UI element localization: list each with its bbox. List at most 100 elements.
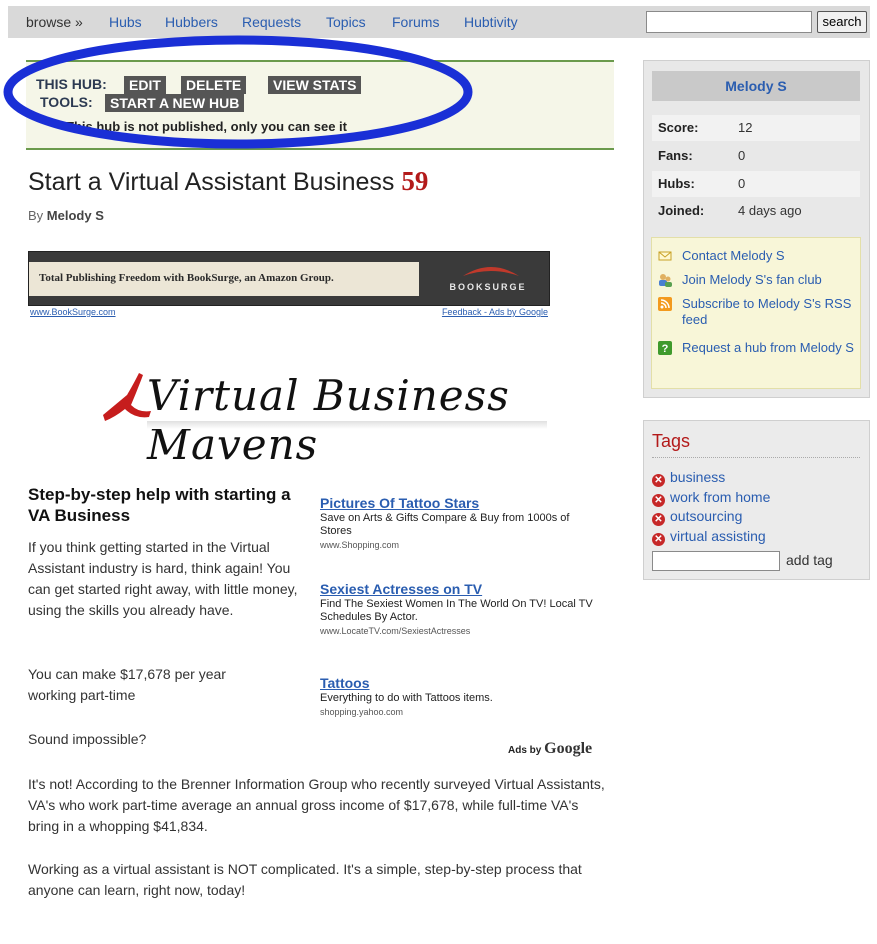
envelope-icon <box>658 251 672 261</box>
rss-subscribe-link[interactable]: Subscribe to Melody S's RSS feed <box>658 296 858 328</box>
search-input[interactable] <box>646 11 812 33</box>
ad-url[interactable]: www.LocateTV.com/SexiestActresses <box>320 626 600 636</box>
nav-link-hubtivity[interactable]: Hubtivity <box>464 14 518 30</box>
ads-by-google[interactable]: Ads by Google <box>508 740 592 758</box>
page-title: Start a Virtual Assistant Business 59 <box>28 166 428 197</box>
stat-label: Score: <box>658 120 699 135</box>
request-hub-label: Request a hub from Melody S <box>682 340 854 355</box>
text-ad: Sexiest Actresses on TV Find The Sexiest… <box>320 581 600 636</box>
booksurge-banner-ad[interactable]: Total Publishing Freedom with BookSurge,… <box>28 251 550 306</box>
this-hub-label: THIS HUB: <box>36 76 107 92</box>
nav-link-requests[interactable]: Requests <box>242 14 301 30</box>
stat-row: Fans: 0 <box>652 143 860 169</box>
add-tag-button[interactable]: add tag <box>786 552 833 568</box>
help-icon: ? <box>658 341 672 355</box>
ad-title-link[interactable]: Sexiest Actresses on TV <box>320 581 600 597</box>
tag-link[interactable]: business <box>670 469 725 485</box>
logo-text: Virtual Business Mavens <box>147 371 510 469</box>
author-profile-box: Melody S Score: 12 Fans: 0 Hubs: 0 Joine… <box>643 60 870 398</box>
ads-feedback-link[interactable]: Feedback - Ads by Google <box>442 307 548 317</box>
google-logo: Google <box>544 740 593 757</box>
rss-icon <box>658 297 672 311</box>
profile-actions: Contact Melody S Join Melody S's fan clu… <box>651 237 861 389</box>
search-button[interactable]: search <box>817 11 867 33</box>
paragraph-5: Working as a virtual assistant is NOT co… <box>28 861 582 898</box>
booksurge-link[interactable]: www.BookSurge.com <box>30 307 116 317</box>
unpublished-notice: This hub is not published, only you can … <box>66 119 347 134</box>
virtual-business-mavens-logo: Virtual Business Mavens <box>95 365 555 469</box>
ad-url[interactable]: shopping.yahoo.com <box>320 707 600 717</box>
byline: By Melody S <box>28 208 104 223</box>
start-new-hub-button[interactable]: START A NEW HUB <box>105 94 245 112</box>
stat-value: 0 <box>738 148 746 163</box>
view-stats-button[interactable]: VIEW STATS <box>268 76 362 94</box>
contact-link[interactable]: Contact Melody S <box>658 248 858 264</box>
hub-score: 59 <box>401 166 429 196</box>
text-ad: Tattoos Everything to do with Tattoos it… <box>320 675 600 717</box>
stat-row: Joined: 4 days ago <box>652 198 860 224</box>
ads-by-label: Ads by <box>508 745 542 756</box>
nav-link-forums[interactable]: Forums <box>392 14 439 30</box>
tag-item: ✕ outsourcing <box>652 508 742 526</box>
paragraph-3: Sound impossible? <box>28 731 147 747</box>
booksurge-wing-icon <box>463 267 519 276</box>
figure-icon <box>103 373 151 421</box>
paragraph-1: If you think getting started in the Virt… <box>28 539 298 618</box>
stat-label: Joined: <box>658 203 705 218</box>
banner-paper: Total Publishing Freedom with BookSurge,… <box>29 262 419 296</box>
stat-label: Fans: <box>658 148 693 163</box>
svg-text:?: ? <box>662 343 669 355</box>
stat-row: Hubs: 0 <box>652 171 860 197</box>
tags-divider <box>652 457 860 458</box>
ad-description: Everything to do with Tattoos items. <box>320 692 493 704</box>
ad-title-link[interactable]: Tattoos <box>320 675 600 691</box>
top-nav-bar: browse » Hubs Hubbers Requests Topics Fo… <box>8 6 870 38</box>
remove-tag-icon[interactable]: ✕ <box>652 474 665 487</box>
stat-value: 4 days ago <box>738 203 802 218</box>
tags-heading: Tags <box>652 431 691 451</box>
tags-box: Tags ✕ business ✕ work from home ✕ outsourc… <box>643 420 870 580</box>
author-link[interactable]: Melody S <box>47 208 104 223</box>
users-icon <box>659 274 672 287</box>
tools-label: TOOLS: <box>40 94 93 110</box>
ad-description: Save on Arts & Gifts Compare & Buy from … <box>320 512 570 537</box>
profile-name[interactable]: Melody S <box>652 71 860 101</box>
by-label: By <box>28 208 44 223</box>
remove-tag-icon[interactable]: ✕ <box>652 533 665 546</box>
edit-button[interactable]: EDIT <box>124 76 166 94</box>
hub-tools-box: THIS HUB: EDIT DELETE VIEW STATS TOOLS: … <box>26 60 614 150</box>
banner-text: Total Publishing Freedom with BookSurge,… <box>39 272 334 284</box>
contact-label: Contact Melody S <box>682 248 785 263</box>
text-ad: Pictures Of Tattoo Stars Save on Arts & … <box>320 495 600 550</box>
remove-tag-icon[interactable]: ✕ <box>652 513 665 526</box>
logo-reflection <box>147 421 547 429</box>
tag-link[interactable]: outsourcing <box>670 508 742 524</box>
nav-link-hubs[interactable]: Hubs <box>109 14 142 30</box>
fan-club-link[interactable]: Join Melody S's fan club <box>658 272 858 288</box>
delete-button[interactable]: DELETE <box>181 76 247 94</box>
nav-link-hubbers[interactable]: Hubbers <box>165 14 218 30</box>
paragraph-4: It's not! According to the Brenner Infor… <box>28 776 605 834</box>
add-tag-input[interactable] <box>652 551 780 571</box>
ad-description: Find The Sexiest Women In The World On T… <box>320 598 593 623</box>
stat-row: Score: 12 <box>652 115 860 141</box>
article-heading: Step-by-step help with starting a VA Bus… <box>28 485 291 525</box>
paragraph-2: You can make $17,678 per year working pa… <box>28 666 226 703</box>
tag-item: ✕ business <box>652 469 725 487</box>
request-hub-link[interactable]: ? Request a hub from Melody S <box>658 340 858 356</box>
booksurge-brand: BOOKSURGE <box>449 282 527 292</box>
tag-link[interactable]: virtual assisting <box>670 528 766 544</box>
ad-title-link[interactable]: Pictures Of Tattoo Stars <box>320 495 600 511</box>
remove-tag-icon[interactable]: ✕ <box>652 494 665 507</box>
fan-club-label: Join Melody S's fan club <box>682 272 822 287</box>
stat-label: Hubs: <box>658 176 695 191</box>
ad-url[interactable]: www.Shopping.com <box>320 540 600 550</box>
tag-item: ✕ virtual assisting <box>652 528 766 546</box>
tag-link[interactable]: work from home <box>670 489 770 505</box>
rss-label: Subscribe to Melody S's RSS feed <box>682 296 852 327</box>
nav-link-topics[interactable]: Topics <box>326 14 366 30</box>
stat-value: 12 <box>738 120 753 135</box>
browse-label: browse » <box>26 14 83 30</box>
tag-item: ✕ work from home <box>652 489 770 507</box>
stat-value: 0 <box>738 176 746 191</box>
